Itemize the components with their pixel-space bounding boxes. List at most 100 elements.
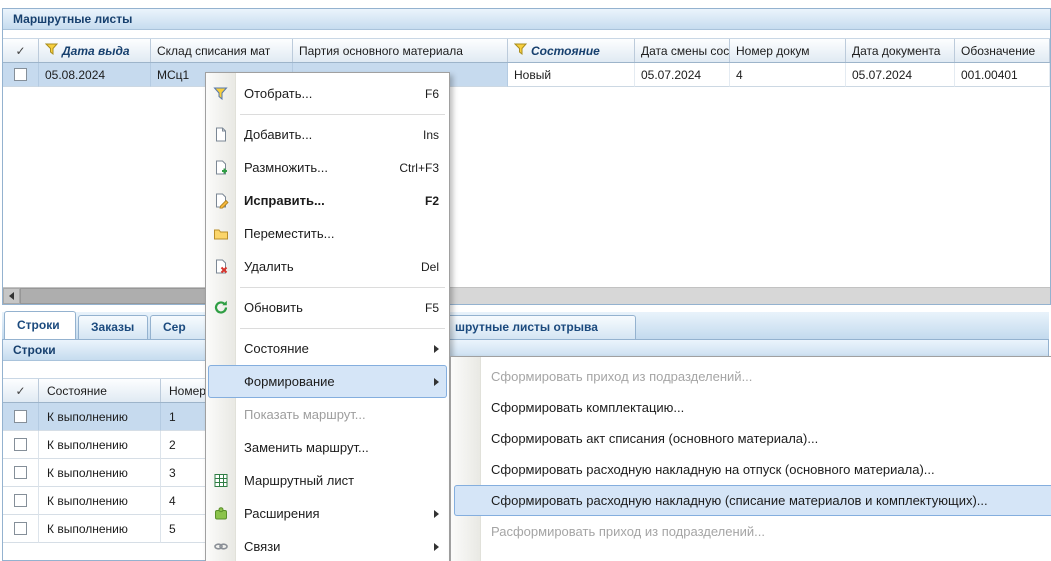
menu-item-label: Состояние — [244, 341, 309, 356]
menu-item-route-sheet[interactable]: Маршрутный лист — [206, 464, 449, 497]
row-checkbox-cell — [3, 63, 39, 87]
select-all-column-header[interactable]: ✓ — [3, 379, 39, 402]
route-sheets-table-header: ✓ Дата выда Склад списания мат Партия ос… — [3, 38, 1050, 63]
row-checkbox[interactable] — [14, 522, 27, 535]
row-checkbox[interactable] — [14, 438, 27, 451]
column-header-state[interactable]: Состояние — [508, 39, 635, 62]
table-row[interactable]: 05.08.2024 МСц1 Новый 05.07.2024 4 05.07… — [3, 63, 1050, 87]
column-header-issue-date[interactable]: Дата выда — [39, 39, 151, 62]
menu-item-replace-route[interactable]: Заменить маршрут... — [206, 431, 449, 464]
column-label: Дата выда — [62, 44, 130, 58]
extensions-icon — [212, 505, 229, 522]
scroll-left-button[interactable] — [3, 288, 20, 304]
menu-separator — [240, 324, 445, 332]
check-mark: ✓ — [15, 44, 25, 58]
column-header-material-batch[interactable]: Партия основного материала — [293, 39, 508, 62]
row-checkbox[interactable] — [14, 68, 27, 81]
submenu-item-form-writeoff-act[interactable]: Сформировать акт списания (основного мат… — [451, 423, 1051, 454]
route-sheets-panel-title: Маршрутные листы — [3, 9, 1050, 30]
submenu-item-form-expense-invoice[interactable]: Сформировать расходную накладную (списан… — [454, 485, 1051, 516]
route-sheets-panel: Маршрутные листы ✓ Дата выда Склад списа… — [2, 8, 1051, 305]
menu-item-edit[interactable]: Исправить... F2 — [206, 184, 449, 217]
row-checkbox[interactable] — [14, 466, 27, 479]
menu-item-label: Сформировать расходную накладную (списан… — [491, 493, 988, 508]
menu-item-shortcut: F5 — [425, 301, 439, 315]
column-header-doc-number[interactable]: Номер докум — [730, 39, 846, 62]
menu-item-shortcut: Del — [421, 260, 439, 274]
menu-item-formation[interactable]: Формирование — [208, 365, 447, 398]
column-header-designation[interactable]: Обозначение — [955, 39, 1050, 62]
submenu-item-form-receipt[interactable]: Сформировать приход из подразделений... — [451, 361, 1051, 392]
column-label: Обозначение — [961, 44, 1035, 58]
spreadsheet-icon — [212, 472, 229, 489]
formation-submenu: Сформировать приход из подразделений... … — [450, 356, 1051, 561]
cell-state-change-date: 05.07.2024 — [635, 63, 730, 87]
select-all-column-header[interactable]: ✓ — [3, 39, 39, 62]
menu-item-label: Маршрутный лист — [244, 473, 354, 488]
menu-item-extensions[interactable]: Расширения — [206, 497, 449, 530]
context-menu: Отобрать... F6 Добавить... Ins Размножит… — [205, 72, 450, 561]
links-icon — [212, 538, 229, 555]
tab-rows[interactable]: Строки — [4, 311, 76, 339]
menu-item-refresh[interactable]: Обновить F5 — [206, 291, 449, 324]
tab-orders[interactable]: Заказы — [78, 315, 148, 339]
filter-icon — [212, 85, 229, 102]
row-checkbox[interactable] — [14, 494, 27, 507]
menu-item-label: Связи — [244, 539, 280, 554]
row-checkbox-cell — [3, 431, 39, 459]
document-add-icon — [212, 126, 229, 143]
tab-label: Сер — [163, 320, 186, 334]
row-checkbox-cell — [3, 515, 39, 543]
menu-item-shortcut: Ins — [423, 128, 439, 142]
menu-separator — [240, 110, 445, 118]
menu-item-label: Переместить... — [244, 226, 334, 241]
menu-item-move[interactable]: Переместить... — [206, 217, 449, 250]
menu-item-shortcut: Ctrl+F3 — [399, 161, 439, 175]
submenu-item-unform-receipt[interactable]: Расформировать приход из подразделений..… — [451, 516, 1051, 547]
row-checkbox[interactable] — [14, 410, 27, 423]
tab-route-tear-sheets[interactable]: шрутные листы отрыва — [440, 315, 636, 339]
filter-funnel-icon — [514, 43, 527, 58]
cell-state: К выполнению — [39, 403, 161, 431]
document-delete-icon — [212, 258, 229, 275]
menu-item-shortcut: F6 — [425, 87, 439, 101]
filter-funnel-icon — [45, 43, 58, 58]
menu-item-label: Расформировать приход из подразделений..… — [491, 524, 765, 539]
cell-state: К выполнению — [39, 459, 161, 487]
menu-item-show-route[interactable]: Показать маршрут... — [206, 398, 449, 431]
tab-label: Заказы — [91, 320, 134, 334]
horizontal-scrollbar[interactable] — [3, 287, 1050, 304]
menu-item-links[interactable]: Связи — [206, 530, 449, 561]
menu-item-label: Размножить... — [244, 160, 328, 175]
column-header-state[interactable]: Состояние — [39, 379, 161, 402]
menu-item-label: Сформировать акт списания (основного мат… — [491, 431, 818, 446]
column-header-state-change-date[interactable]: Дата смены сос — [635, 39, 730, 62]
column-label: Состояние — [47, 384, 107, 398]
menu-item-add[interactable]: Добавить... Ins — [206, 118, 449, 151]
folder-move-icon — [212, 225, 229, 242]
column-header-warehouse[interactable]: Склад списания мат — [151, 39, 293, 62]
cell-state: К выполнению — [39, 487, 161, 515]
menu-item-duplicate[interactable]: Размножить... Ctrl+F3 — [206, 151, 449, 184]
submenu-item-form-kitting[interactable]: Сформировать комплектацию... — [451, 392, 1051, 423]
menu-item-state[interactable]: Состояние — [206, 332, 449, 365]
column-label: Номер — [169, 384, 206, 398]
document-edit-icon — [212, 192, 229, 209]
menu-item-label: Показать маршрут... — [244, 407, 366, 422]
row-checkbox-cell — [3, 403, 39, 431]
submenu-item-form-issue-invoice[interactable]: Сформировать расходную накладную на отпу… — [451, 454, 1051, 485]
scroll-left-arrow-icon — [9, 292, 14, 300]
cell-designation: 001.00401 — [955, 63, 1050, 87]
menu-item-filter[interactable]: Отобрать... F6 — [206, 77, 449, 110]
refresh-icon — [212, 299, 229, 316]
column-header-doc-date[interactable]: Дата документа — [846, 39, 955, 62]
menu-item-label: Сформировать комплектацию... — [491, 400, 684, 415]
tab-label: Строки — [17, 318, 60, 332]
cell-doc-number: 4 — [730, 63, 846, 87]
menu-item-label: Формирование — [244, 374, 335, 389]
menu-item-label: Сформировать приход из подразделений... — [491, 369, 752, 384]
column-label: Номер докум — [736, 44, 809, 58]
column-label: Дата смены сос — [641, 44, 729, 58]
check-mark: ✓ — [15, 384, 25, 398]
menu-item-delete[interactable]: Удалить Del — [206, 250, 449, 283]
